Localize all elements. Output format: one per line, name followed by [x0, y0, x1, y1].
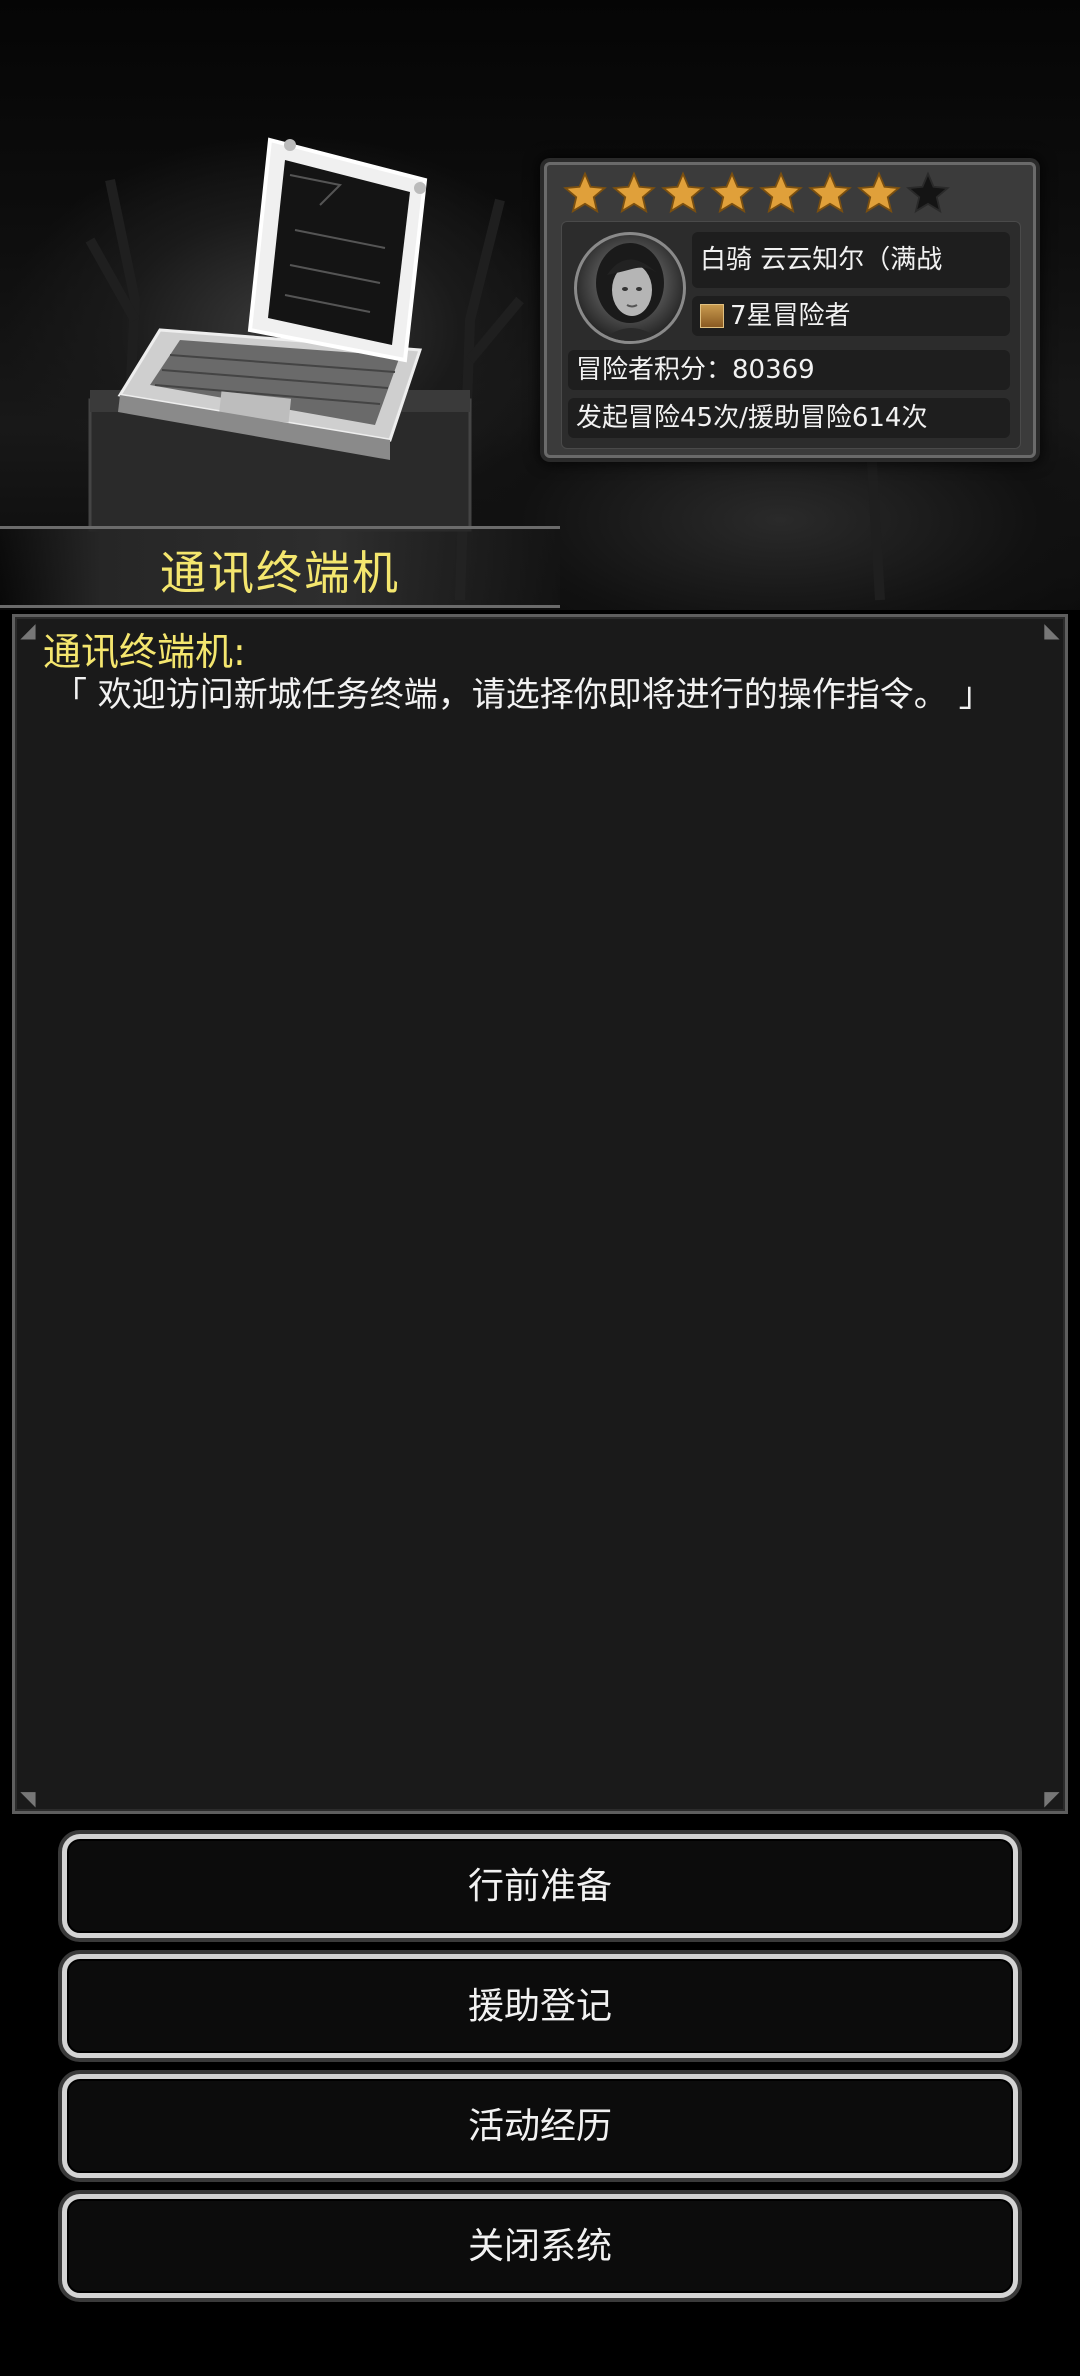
star-empty-icon	[906, 171, 950, 214]
portrait-icon	[596, 243, 664, 341]
player-info-panel: 白骑 云云知尔（满战 7星冒险者 冒险者积分：80369 发起冒险45次/援助冒…	[561, 221, 1021, 449]
page-title: 通讯终端机	[160, 546, 400, 600]
corner-ornament-icon: ◣	[1044, 618, 1060, 642]
corner-ornament-icon: ◥	[20, 1786, 36, 1810]
player-adventure-stats: 发起冒险45次/援助冒险614次	[568, 398, 1010, 438]
dialog-message: 「 欢迎访问新城任务终端，请选择你即将进行的操作指令。 」	[53, 675, 993, 715]
star-filled-icon	[661, 171, 705, 214]
activity-history-button[interactable]: 活动经历	[62, 2074, 1018, 2178]
corner-ornament-icon: ◢	[20, 618, 36, 642]
player-rank: 7星冒险者	[692, 296, 1010, 336]
star-filled-icon	[563, 171, 607, 214]
player-avatar[interactable]	[574, 232, 686, 344]
close-system-button[interactable]: 关闭系统	[62, 2194, 1018, 2298]
star-rating	[563, 171, 950, 215]
star-filled-icon	[808, 171, 852, 214]
star-filled-icon	[759, 171, 803, 214]
corner-ornament-icon: ◤	[1044, 1786, 1060, 1810]
player-card: 白骑 云云知尔（满战 7星冒险者 冒险者积分：80369 发起冒险45次/援助冒…	[544, 162, 1036, 458]
prepare-button[interactable]: 行前准备	[62, 1834, 1018, 1938]
dialog-panel: ◢ ◣ ◥ ◤ 通讯终端机: 「 欢迎访问新城任务终端，请选择你即将进行的操作指…	[12, 614, 1068, 1814]
rank-badge-icon	[700, 304, 724, 328]
player-score: 冒险者积分：80369	[568, 350, 1010, 390]
player-rank-label: 7星冒险者	[730, 301, 851, 331]
assist-register-button[interactable]: 援助登记	[62, 1954, 1018, 2058]
star-filled-icon	[612, 171, 656, 214]
game-screen: 通讯终端机 白骑 云云知尔（满战 7星冒险者 冒险者积分：80369 发起冒险4…	[0, 0, 1080, 2376]
title-bar: 通讯终端机	[0, 526, 560, 608]
star-filled-icon	[857, 171, 901, 214]
star-filled-icon	[710, 171, 754, 214]
player-name: 白骑 云云知尔（满战	[692, 232, 1010, 288]
